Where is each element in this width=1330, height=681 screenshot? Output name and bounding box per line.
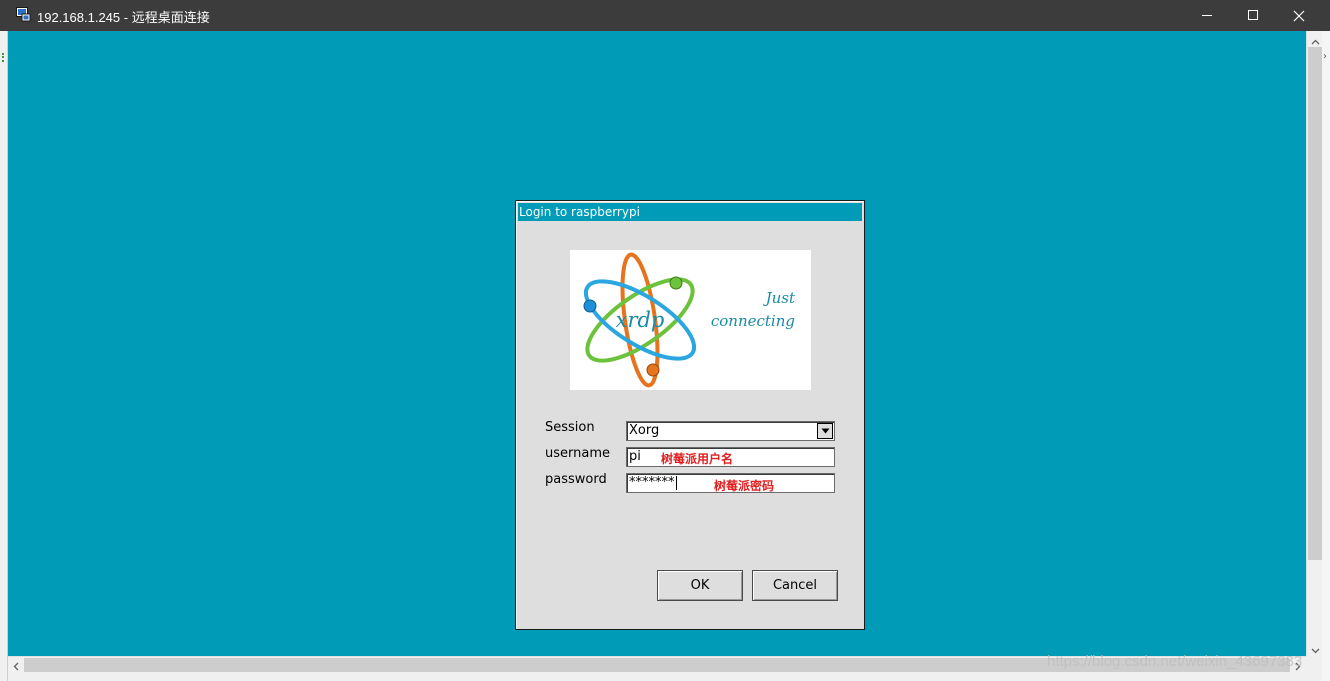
dropdown-arrow-icon[interactable]: [817, 423, 833, 439]
chevron-left-icon: [13, 656, 19, 675]
close-icon: [1293, 10, 1305, 22]
username-annotation: 树莓派用户名: [661, 452, 734, 466]
password-label: password: [545, 472, 607, 487]
password-value: *******: [629, 475, 675, 490]
chevron-right-icon: ›: [1323, 51, 1327, 62]
remote-desktop-icon: [16, 7, 31, 22]
cancel-button[interactable]: Cancel: [752, 570, 838, 601]
watermark: https://blog.csdn.net/weixin_43697383: [1047, 653, 1303, 670]
session-select[interactable]: Xorg: [626, 421, 835, 441]
username-label: username: [545, 446, 610, 461]
grip-icon: [2, 53, 5, 62]
password-annotation: 树莓派密码: [714, 479, 775, 493]
scrollbar-corner: [1306, 656, 1322, 672]
maximize-button[interactable]: [1230, 0, 1276, 31]
text-caret: [675, 475, 677, 490]
scroll-left-button[interactable]: [8, 657, 24, 673]
session-label: Session: [545, 420, 595, 435]
logo-tagline-just: Just: [763, 289, 796, 307]
dialog-title: Login to raspberrypi: [518, 203, 862, 221]
logo-brand: xrdp: [616, 308, 665, 332]
username-value: pi: [629, 449, 641, 464]
scroll-up-button[interactable]: [1307, 31, 1323, 47]
chevron-up-icon: [1311, 30, 1320, 49]
scroll-down-button[interactable]: [1307, 640, 1323, 656]
minimize-icon: [1201, 10, 1213, 21]
chevron-down-icon: [1311, 639, 1320, 658]
xrdp-logo: xrdp Just connecting: [570, 250, 811, 390]
right-border: ›: [1322, 31, 1330, 681]
xrdp-login-dialog: Login to raspberrypi xrdp Just connectin…: [515, 200, 865, 630]
window-title: 192.168.1.245 - 远程桌面连接: [37, 10, 210, 25]
minimize-button[interactable]: [1184, 0, 1230, 31]
vertical-scrollbar[interactable]: [1306, 31, 1322, 656]
logo-tagline-connecting: connecting: [711, 312, 795, 330]
close-button[interactable]: [1276, 0, 1322, 31]
maximize-icon: [1247, 10, 1259, 21]
session-value: Xorg: [629, 423, 660, 438]
window-titlebar: 192.168.1.245 - 远程桌面连接: [0, 0, 1330, 31]
vertical-scroll-thumb[interactable]: [1308, 47, 1322, 560]
ok-button[interactable]: OK: [657, 570, 743, 601]
left-border: [0, 31, 8, 681]
